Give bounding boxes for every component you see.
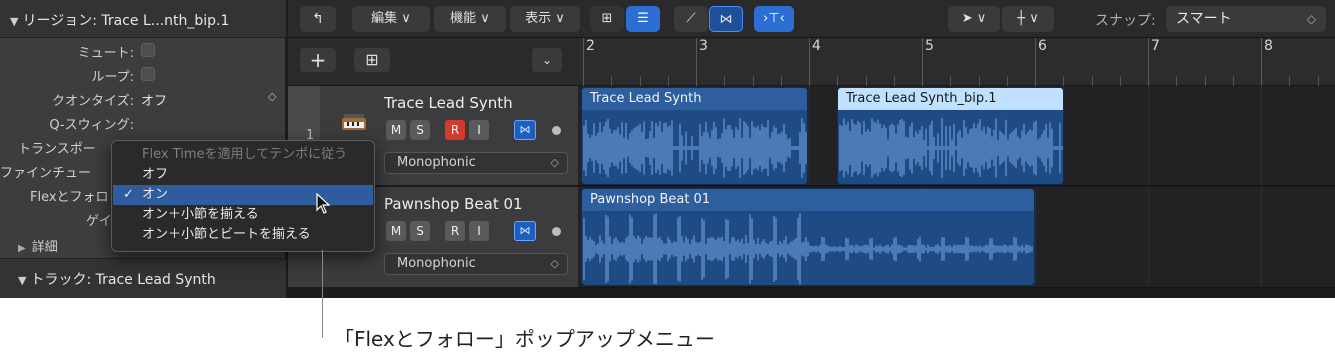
input-monitor-button[interactable]: I <box>469 120 489 140</box>
menu-item-on-bars-beats[interactable]: オン＋小節とビートを揃える <box>113 225 373 245</box>
ruler-bar-number: 5 <box>925 38 934 54</box>
track-header-toolbar: + ⊞ ⌄ <box>288 38 578 86</box>
ruler-bar-tick <box>1035 38 1036 86</box>
menu-item-on-bars[interactable]: オン＋小節を揃える <box>113 205 373 225</box>
ruler-bar-number: 6 <box>1038 38 1047 54</box>
ruler-bar-tick <box>583 38 584 86</box>
back-icon[interactable]: ↰ <box>300 6 336 32</box>
flex-mode-select[interactable]: Monophonic ◇ <box>384 152 568 174</box>
marquee-tool-icon[interactable]: ┼ ∨ <box>1002 6 1054 32</box>
logic-pro-window: ▼ リージョン: Trace L...nth_bip.1 ミュート: ループ: ク… <box>0 0 1335 298</box>
functions-menu[interactable]: 機能 ∨ <box>434 6 506 32</box>
ruler-bar-tick <box>1261 38 1262 86</box>
track-inspector-header[interactable]: ▼ トラック: Trace Lead Synth <box>0 258 286 298</box>
region-inspector-header[interactable]: ▼ リージョン: Trace L...nth_bip.1 <box>0 0 286 38</box>
duplicate-track-icon[interactable]: ⊞ <box>354 48 390 72</box>
menu-item-flex-time-follow: Flex Timeを適用してテンポに従う <box>142 147 348 162</box>
region-name: Pawnshop Beat 01 <box>582 189 1034 211</box>
disclosure-down-icon: ▼ <box>18 274 27 287</box>
updown-arrows-icon: ◇ <box>550 257 559 270</box>
disclosure-right-icon: ▶ <box>18 243 26 254</box>
row-quantize[interactable]: クオンタイズ: オフ ◇ <box>0 88 286 109</box>
list-view-icon[interactable]: ☰ <box>626 6 660 32</box>
updown-arrows-icon: ◇ <box>550 156 559 169</box>
callout-line <box>322 250 323 338</box>
snap-select[interactable]: スマート ◇ <box>1166 6 1326 32</box>
ruler-bar-number: 3 <box>699 38 708 54</box>
ruler-bar-number: 7 <box>1151 38 1160 54</box>
synth-keyboard-icon <box>342 114 366 130</box>
view-menu[interactable]: 表示 ∨ <box>510 6 580 32</box>
global-tracks-icon[interactable]: ⌄ <box>532 48 562 72</box>
track-dot[interactable] <box>552 227 561 236</box>
record-enable-button[interactable]: R <box>445 120 465 140</box>
track-dot[interactable] <box>552 126 561 135</box>
mute-checkbox[interactable] <box>141 43 155 57</box>
edit-menu[interactable]: 編集 ∨ <box>352 6 430 32</box>
row-loop: ループ: <box>0 64 286 85</box>
solo-button[interactable]: S <box>410 221 430 241</box>
row-mute: ミュート: <box>0 40 286 61</box>
menu-item-on[interactable]: ✓ オン <box>113 185 373 205</box>
grid-view-icon[interactable]: ⊞ <box>590 6 624 32</box>
loop-checkbox[interactable] <box>141 67 155 81</box>
record-enable-button[interactable]: R <box>445 221 465 241</box>
flex-mode-select[interactable]: Monophonic ◇ <box>384 253 568 275</box>
waveform <box>583 213 1033 285</box>
automation-icon[interactable]: ⟋ <box>674 6 708 32</box>
mute-button[interactable]: M <box>386 120 406 140</box>
region-name: Trace Lead Synth_bip.1 <box>838 88 1063 110</box>
updown-arrows-icon: ◇ <box>268 90 277 103</box>
ruler-bar-number: 2 <box>586 38 595 54</box>
ruler-bar-tick <box>922 38 923 86</box>
menu-item-off[interactable]: オフ <box>113 165 373 185</box>
tracks-toolbar: ↰ 編集 ∨ 機能 ∨ 表示 ∨ ⊞ ☰ ⟋ ⋈ ›⊤‹ ➤ ∨ ┼ ∨ スナッ… <box>288 0 1335 38</box>
solo-button[interactable]: S <box>410 120 430 140</box>
track-name[interactable]: Trace Lead Synth <box>384 94 513 112</box>
audio-region[interactable]: Pawnshop Beat 01 <box>581 188 1035 286</box>
flex-view-icon[interactable]: ⋈ <box>709 6 743 32</box>
ruler-bar-tick <box>696 38 697 86</box>
bar-ruler[interactable]: 2 3 4 5 6 7 8 <box>578 38 1335 86</box>
pointer-tool-icon[interactable]: ➤ ∨ <box>948 6 1000 32</box>
input-monitor-button[interactable]: I <box>469 221 489 241</box>
ruler-bar-number: 8 <box>1264 38 1273 54</box>
waveform <box>583 118 807 178</box>
ruler-bar-tick <box>809 38 810 86</box>
row-q-swing: Q-スウィング: <box>49 118 134 133</box>
mute-button[interactable]: M <box>386 221 406 241</box>
flex-on-icon[interactable]: ⋈ <box>514 120 536 140</box>
callout-caption: 「Flexとフォロー」ポップアップメニュー <box>334 327 715 351</box>
disclosure-down-icon: ▼ <box>10 15 19 28</box>
quantize-value[interactable]: オフ <box>141 90 167 109</box>
flex-follow-popup-menu: Flex Timeを適用してテンポに従う オフ ✓ オン オン＋小節を揃える オン… <box>111 140 375 252</box>
waveform <box>839 118 1063 178</box>
region-name: Trace Lead Synth <box>582 88 807 110</box>
updown-arrows-icon: ◇ <box>1306 12 1316 26</box>
add-track-button[interactable]: + <box>300 48 336 72</box>
audio-region[interactable]: Trace Lead Synth <box>581 87 808 185</box>
mouse-pointer-icon <box>316 193 331 214</box>
ruler-bar-tick <box>1148 38 1149 86</box>
catch-icon[interactable]: ›⊤‹ <box>754 6 794 32</box>
audio-region-selected[interactable]: Trace Lead Synth_bip.1 <box>837 87 1064 185</box>
checkmark-icon: ✓ <box>123 187 134 202</box>
track-name[interactable]: Pawnshop Beat 01 <box>384 195 523 213</box>
ruler-bar-number: 4 <box>812 38 821 54</box>
flex-on-icon[interactable]: ⋈ <box>514 221 536 241</box>
